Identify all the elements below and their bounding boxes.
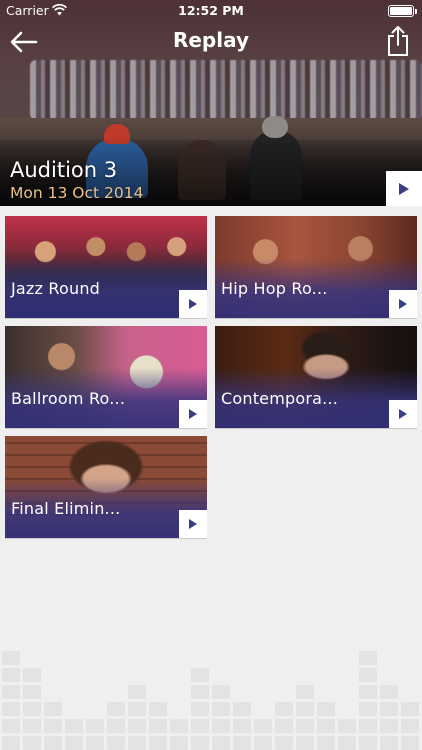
episode-play-button[interactable] bbox=[179, 400, 207, 428]
battery-icon bbox=[388, 5, 417, 17]
status-time: 12:52 PM bbox=[178, 3, 244, 18]
play-icon bbox=[189, 299, 197, 309]
episode-label: Jazz Round bbox=[11, 279, 101, 298]
equalizer-bar bbox=[191, 665, 209, 750]
hero-play-button[interactable] bbox=[386, 171, 422, 206]
hero-title: Audition 3 bbox=[10, 158, 118, 182]
hero-image-judge-head bbox=[262, 116, 288, 138]
share-icon[interactable] bbox=[384, 24, 412, 58]
episode-label: Ballroom Ro... bbox=[11, 389, 126, 408]
play-icon bbox=[189, 409, 197, 419]
equalizer-bar bbox=[212, 682, 230, 750]
episode-tile-hip-hop-round[interactable]: Hip Hop Ro... bbox=[215, 216, 417, 319]
hero-image-crowd bbox=[30, 60, 422, 120]
play-icon bbox=[189, 519, 197, 529]
equalizer-bar bbox=[86, 716, 104, 750]
equalizer-bar bbox=[317, 699, 335, 750]
equalizer-bar bbox=[128, 682, 146, 750]
hero-date: Mon 13 Oct 2014 bbox=[10, 184, 144, 202]
back-arrow-icon[interactable] bbox=[8, 26, 40, 58]
episode-play-button[interactable] bbox=[389, 290, 417, 318]
equalizer-bar bbox=[170, 716, 188, 750]
equalizer-bar bbox=[254, 716, 272, 750]
episode-label: Hip Hop Ro... bbox=[221, 279, 328, 298]
play-icon bbox=[399, 182, 409, 195]
nav-bar: Replay bbox=[0, 22, 422, 62]
episode-play-button[interactable] bbox=[389, 400, 417, 428]
play-icon bbox=[399, 409, 407, 419]
episode-tile-contemporary[interactable]: Contempora... bbox=[215, 326, 417, 429]
episode-tile-jazz-round[interactable]: Jazz Round bbox=[5, 216, 207, 319]
episode-tile-ballroom-round[interactable]: Ballroom Ro... bbox=[5, 326, 207, 429]
equalizer-bar bbox=[401, 699, 419, 750]
episode-tile-final-elimination[interactable]: Final Elimin... bbox=[5, 436, 207, 539]
equalizer-bar bbox=[275, 699, 293, 750]
equalizer-bar bbox=[233, 699, 251, 750]
equalizer-bar bbox=[338, 716, 356, 750]
play-icon bbox=[399, 299, 407, 309]
equalizer-bar bbox=[23, 665, 41, 750]
status-bar: Carrier 12:52 PM bbox=[0, 0, 422, 22]
episode-label: Contempora... bbox=[221, 389, 338, 408]
equalizer-bar bbox=[2, 648, 20, 750]
page-title: Replay bbox=[172, 28, 250, 52]
episode-play-button[interactable] bbox=[179, 510, 207, 538]
equalizer-bar bbox=[107, 699, 125, 750]
equalizer-bar bbox=[296, 682, 314, 750]
equalizer-bar bbox=[65, 716, 83, 750]
episode-label: Final Elimin... bbox=[11, 499, 121, 518]
equalizer-bar bbox=[380, 682, 398, 750]
equalizer-bar bbox=[44, 699, 62, 750]
equalizer-decoration bbox=[0, 650, 422, 750]
equalizer-bar bbox=[149, 699, 167, 750]
episode-play-button[interactable] bbox=[179, 290, 207, 318]
equalizer-bar bbox=[359, 648, 377, 750]
